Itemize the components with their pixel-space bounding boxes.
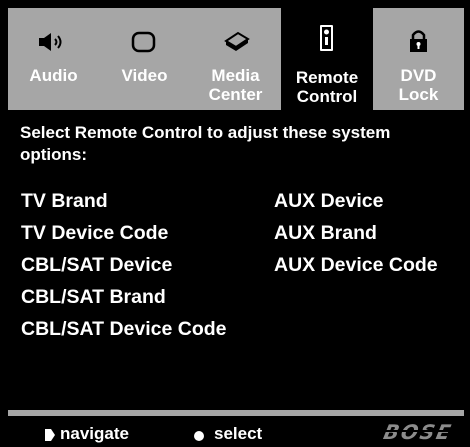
tab-remote-control[interactable]: Remote Control bbox=[281, 8, 373, 110]
option-tv-brand[interactable]: TV Brand bbox=[21, 189, 108, 213]
instructions-text: Select Remote Control to adjust these sy… bbox=[20, 123, 391, 164]
tab-video[interactable]: Video bbox=[99, 8, 190, 110]
tab-audio[interactable]: Audio bbox=[8, 8, 99, 110]
tab-media-center-label-line1: Media bbox=[211, 66, 260, 85]
option-cbl-sat-device-code[interactable]: CBL/SAT Device Code bbox=[21, 317, 227, 341]
tab-dvd-lock-label-line1: DVD bbox=[400, 66, 437, 85]
navigate-hint: navigate bbox=[60, 424, 129, 443]
option-aux-device[interactable]: AUX Device bbox=[274, 189, 383, 213]
display-icon bbox=[99, 30, 190, 54]
tab-media-center[interactable]: Media Center bbox=[190, 8, 281, 110]
option-cbl-sat-brand[interactable]: CBL/SAT Brand bbox=[21, 285, 166, 309]
tab-media-center-label-line2: Center bbox=[208, 85, 263, 104]
tab-remote-control-label-line1: Remote bbox=[295, 68, 359, 87]
tab-video-label: Video bbox=[121, 66, 168, 85]
bose-logo: BOSE bbox=[381, 420, 455, 444]
option-tv-device-code[interactable]: TV Device Code bbox=[21, 221, 168, 245]
remote-control-menu: Audio Video Media Center Remote Control … bbox=[0, 0, 470, 447]
speaker-icon bbox=[8, 30, 99, 54]
options-panel: Select Remote Control to adjust these sy… bbox=[8, 110, 464, 410]
navigate-icon bbox=[45, 428, 55, 441]
option-aux-device-code[interactable]: AUX Device Code bbox=[274, 253, 438, 277]
option-cbl-sat-device[interactable]: CBL/SAT Device bbox=[21, 253, 172, 277]
footer-bar: navigate select BOSE bbox=[8, 416, 464, 447]
option-aux-brand[interactable]: AUX Brand bbox=[274, 221, 377, 245]
select-icon bbox=[194, 431, 204, 441]
remote-icon bbox=[281, 25, 373, 54]
select-hint: select bbox=[214, 424, 263, 443]
tab-remote-control-label-line2: Control bbox=[296, 87, 358, 106]
tab-bar: Audio Video Media Center Remote Control … bbox=[8, 8, 464, 110]
tab-dvd-lock[interactable]: DVD Lock bbox=[373, 8, 464, 110]
lock-icon bbox=[373, 30, 464, 54]
tab-audio-label: Audio bbox=[29, 66, 78, 85]
tab-dvd-lock-label-line2: Lock bbox=[398, 85, 439, 104]
media-center-icon bbox=[190, 30, 281, 54]
